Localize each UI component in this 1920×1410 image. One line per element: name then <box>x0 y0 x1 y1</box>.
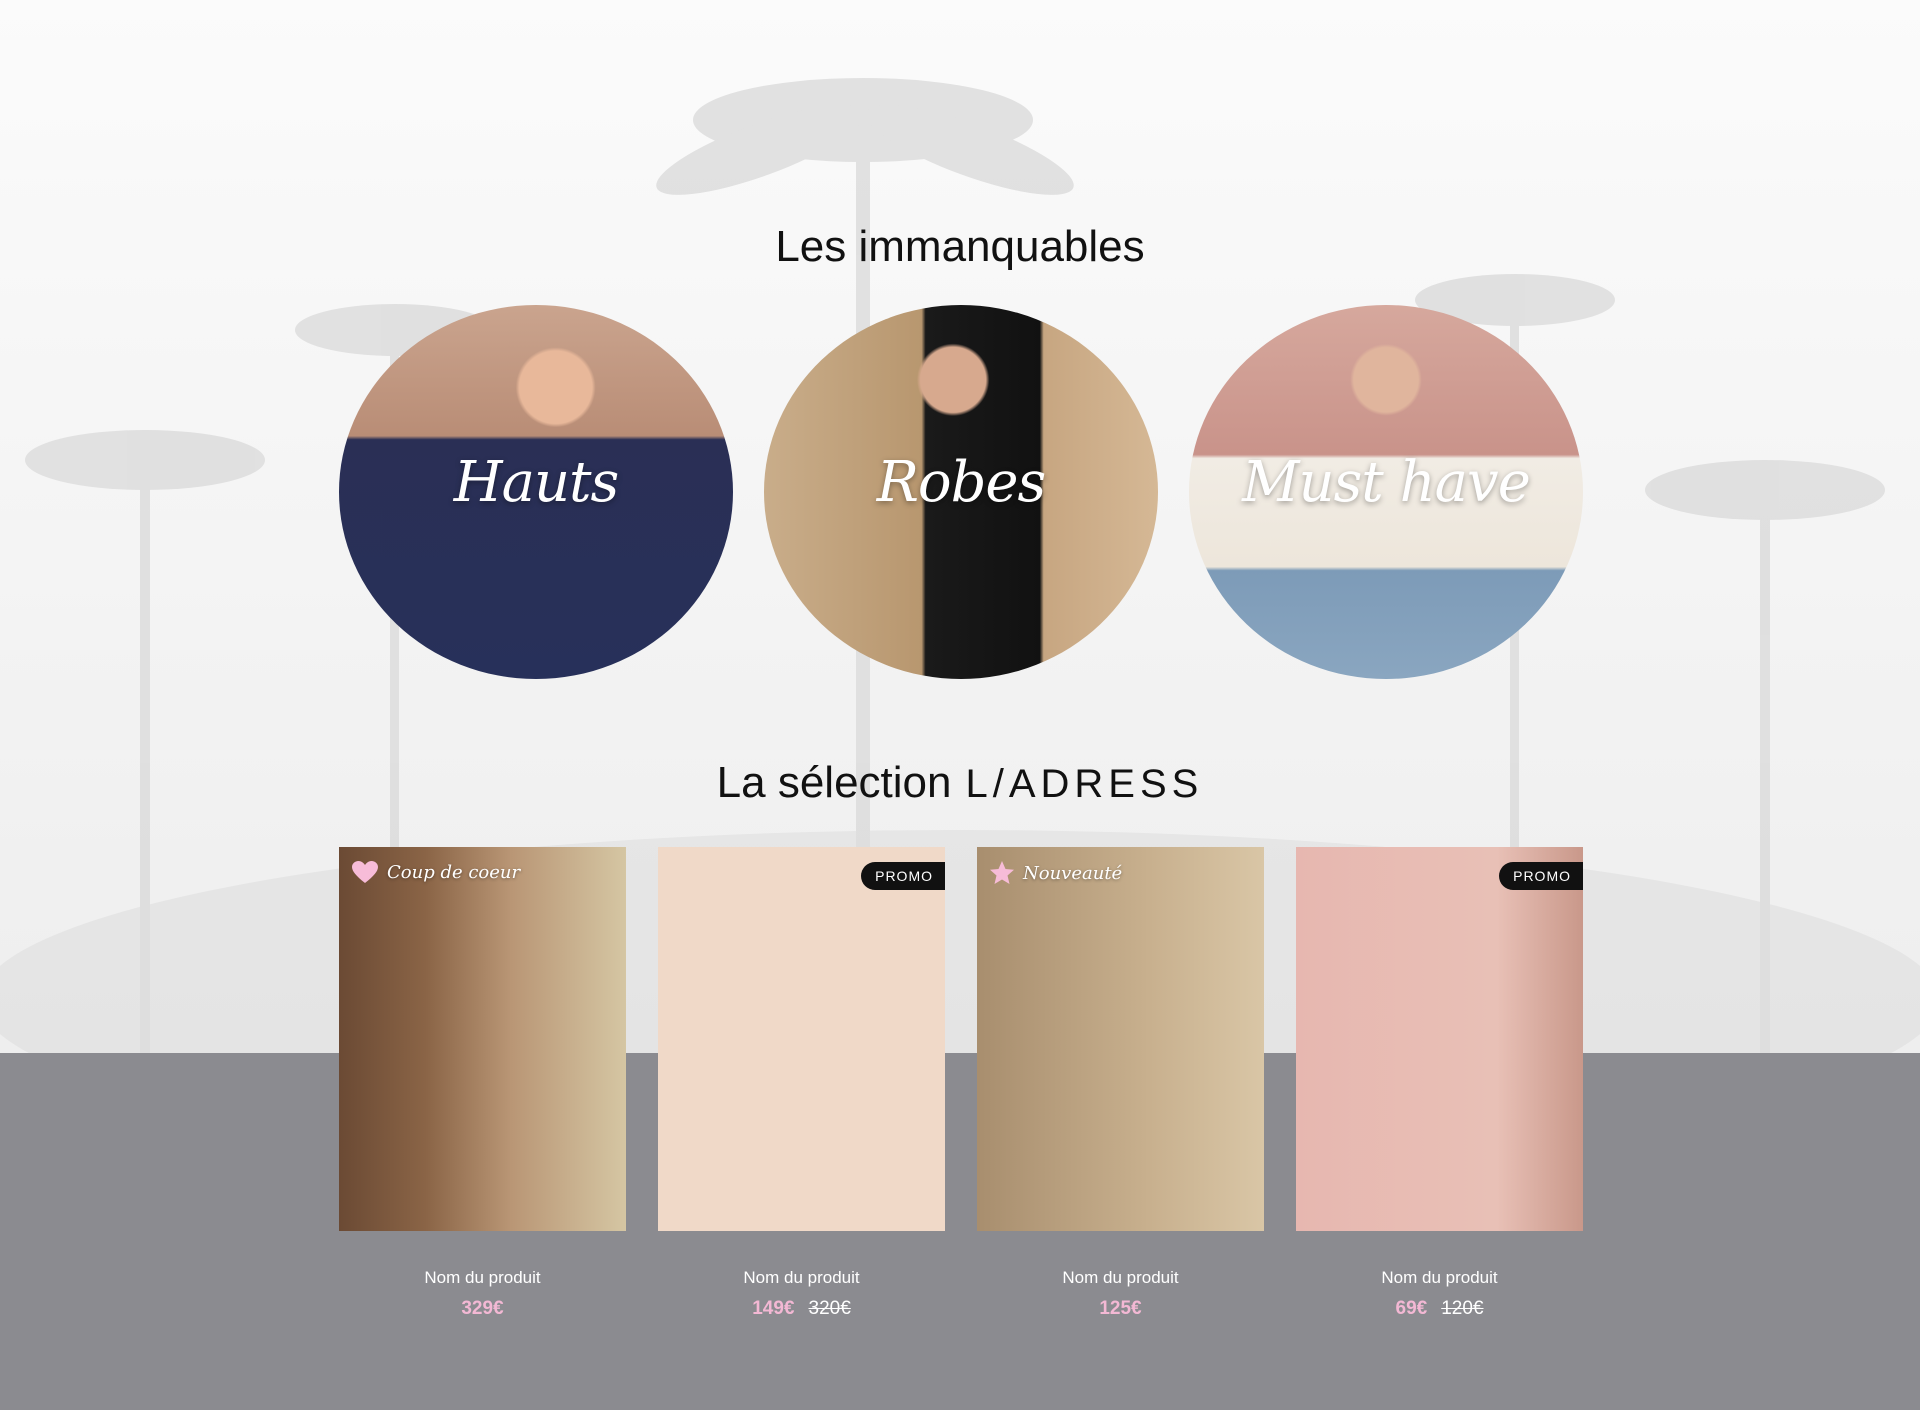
selection-title: La sélection L/ADRESS <box>0 758 1920 808</box>
product-info: Nom du produit 69€ 120€ <box>1296 1268 1583 1320</box>
product-price: 125€ <box>1099 1298 1142 1319</box>
product-card[interactable]: PROMO <box>1296 847 1583 1231</box>
heart-icon <box>352 861 378 883</box>
product-card[interactable]: Coup de coeur <box>339 847 626 1231</box>
category-must-have[interactable]: Must have <box>1189 305 1583 679</box>
product-info: Nom du produit 149€ 320€ <box>658 1268 945 1320</box>
product-name[interactable]: Nom du produit <box>977 1268 1264 1288</box>
badge-nouveaute: Nouveauté <box>989 860 1122 886</box>
product-card[interactable]: Nouveauté <box>977 847 1264 1231</box>
price-row: 125€ <box>977 1298 1264 1320</box>
product-name[interactable]: Nom du produit <box>339 1268 626 1288</box>
categories-title: Les immanquables <box>775 222 1145 271</box>
bottom-band <box>0 1053 1920 1410</box>
price-row: 69€ 120€ <box>1296 1298 1583 1320</box>
product-name[interactable]: Nom du produit <box>658 1268 945 1288</box>
badge-label: Nouveauté <box>1023 862 1123 884</box>
category-label: Must have <box>1242 450 1531 515</box>
brand-logo: L/ADRESS <box>965 762 1204 806</box>
promo-badge: PROMO <box>1499 862 1583 890</box>
category-label: Hauts <box>453 450 620 515</box>
selection-title-text: La sélection <box>716 758 952 807</box>
product-price: 69€ <box>1395 1298 1428 1319</box>
badge-coup-de-coeur: Coup de coeur <box>351 860 520 884</box>
product-card[interactable]: PROMO <box>658 847 945 1231</box>
promo-badge: PROMO <box>861 862 945 890</box>
product-old-price: 320€ <box>808 1298 851 1319</box>
product-name[interactable]: Nom du produit <box>1296 1268 1583 1288</box>
product-info: Nom du produit 125€ <box>977 1268 1264 1320</box>
product-price: 329€ <box>461 1298 504 1319</box>
product-info: Nom du produit 329€ <box>339 1268 626 1320</box>
category-label: Robes <box>876 450 1047 515</box>
product-image <box>977 847 1264 1231</box>
price-row: 149€ 320€ <box>658 1298 945 1320</box>
price-row: 329€ <box>339 1298 626 1320</box>
product-image <box>658 847 945 1231</box>
badge-label: Coup de coeur <box>387 861 521 883</box>
star-icon <box>990 861 1014 884</box>
product-image <box>1296 847 1583 1231</box>
category-hauts[interactable]: Hauts <box>339 305 733 679</box>
product-image <box>339 847 626 1231</box>
product-old-price: 120€ <box>1441 1298 1484 1319</box>
product-price: 149€ <box>752 1298 795 1319</box>
category-robes[interactable]: Robes <box>764 305 1158 679</box>
